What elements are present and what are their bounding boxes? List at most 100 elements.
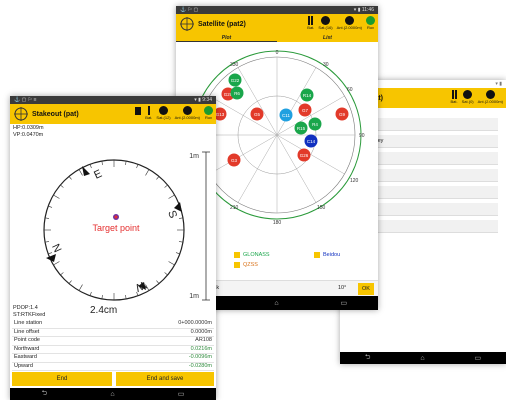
satellite-id: C14 — [307, 139, 316, 144]
recents-icon[interactable]: ▭ — [340, 299, 347, 307]
precision-info: HP:0.0309m VP:0.0470m — [10, 124, 216, 140]
info-row: Line station 0+000.0000m — [12, 320, 214, 329]
info-label: Eastward — [14, 354, 37, 360]
satellite-marker[interactable]: C14 — [304, 134, 318, 148]
status-bar: ⚓ ⚐ ▢ ▾ ▮ 11:46 — [176, 6, 378, 14]
azimuth-label-90: 90 — [359, 133, 365, 139]
satellite-id: C11 — [282, 113, 290, 118]
home-icon[interactable]: ⌂ — [110, 391, 114, 398]
mask-input[interactable]: 10° — [338, 285, 346, 291]
checkbox-icon — [234, 252, 240, 258]
checkbox-icon — [314, 252, 320, 258]
scale-top-label: 1m — [189, 153, 199, 160]
satellite-marker[interactable]: G5 — [250, 107, 264, 121]
back-icon[interactable]: ⮌ — [365, 353, 371, 364]
tab-bar: Plot List — [176, 34, 378, 42]
status-time: 9:34 — [202, 97, 212, 103]
info-value: 0.0000m — [190, 328, 212, 335]
antenna-icon[interactable]: Ant.(2.0000m) — [175, 106, 200, 120]
target-logo-icon — [14, 107, 28, 121]
satellite-icon[interactable]: Sat.(0) — [462, 90, 474, 104]
solution-info: PDOP:1.4 ST:RTKFixed — [13, 305, 45, 319]
azimuth-label-0: 0 — [276, 50, 279, 56]
satellite-marker[interactable]: R6 — [230, 86, 244, 100]
battery-icon[interactable]: Bat. — [451, 90, 458, 104]
stakeout-info-table: Line station 0+000.0000m Line offset 0.0000… — [12, 320, 214, 371]
legend-beidou[interactable]: Beidou — [314, 252, 340, 258]
azimuth-label-60: 60 — [347, 87, 353, 93]
satellite-icon[interactable]: Sat.(12) — [156, 106, 171, 120]
home-icon[interactable]: ⌂ — [420, 355, 424, 362]
info-value: -0.0280m — [188, 362, 212, 369]
home-icon[interactable]: ⌂ — [274, 300, 278, 307]
hp-value: HP:0.0309m — [13, 125, 44, 131]
satellite-marker[interactable]: R15 — [294, 121, 308, 135]
antenna-icon[interactable]: Ant.(2.0000m) — [337, 16, 362, 30]
compass-letter-s: S — [165, 209, 179, 220]
compass-letter-w: W — [133, 278, 148, 294]
satellite-id: G13 — [216, 112, 225, 117]
satellite-marker[interactable]: R14 — [300, 88, 314, 102]
info-value: 0+000.0000m — [178, 320, 212, 326]
screen-title: Stakeout (pat) — [32, 110, 79, 118]
satellite-id: G9 — [339, 112, 346, 117]
satellite-icon[interactable]: Sat.(16) — [318, 16, 333, 30]
satellite-id: R15 — [297, 126, 306, 131]
legend-glonass[interactable]: GLONASS — [234, 252, 270, 258]
satellite-marker[interactable]: G22 — [228, 73, 242, 87]
app-bar: Stakeout (pat) Bat. Sat.(12) Ant.(2.0000… — [10, 104, 216, 124]
satellite-marker[interactable]: G3 — [227, 153, 241, 167]
antenna-icon[interactable]: Ant.(2.0000m) — [478, 90, 503, 104]
tab-list[interactable]: List — [277, 34, 378, 42]
map-icon[interactable] — [135, 106, 142, 115]
info-label: Line station — [14, 320, 43, 326]
satellite-marker[interactable]: C11 — [279, 108, 293, 122]
azimuth-label-30: 30 — [323, 62, 329, 68]
satellite-id: R6 — [234, 91, 240, 96]
recents-icon[interactable]: ▭ — [474, 354, 481, 362]
rover-icon[interactable]: Rov — [366, 16, 375, 30]
app-bar: Satellite (pat2) Bat. Sat.(16) Ant.(2.00… — [176, 14, 378, 34]
satellite-id: R4 — [312, 122, 318, 127]
satellite-id: R14 — [303, 93, 312, 98]
end-button[interactable]: End — [12, 372, 112, 386]
satellite-marker[interactable]: R4 — [308, 117, 322, 131]
satellite-marker[interactable]: G9 — [335, 107, 349, 121]
info-label: Line offset — [14, 328, 40, 335]
recents-icon[interactable]: ▭ — [178, 390, 185, 398]
tab-plot[interactable]: Plot — [176, 34, 277, 42]
back-icon[interactable]: ⮌ — [42, 389, 48, 400]
status-bar: ⚓ ▢ ⚐ ≡ ▾ ▮ 9:34 — [10, 96, 216, 104]
rover-icon[interactable]: Rov — [204, 106, 213, 120]
info-row: Line offset 0.0000m — [12, 328, 214, 337]
screen-title: Satellite (pat2) — [198, 20, 246, 28]
distance-value: 2.4cm — [90, 305, 118, 316]
solution-status: ST:RTKFixed — [13, 312, 46, 318]
scale-bottom-label: 1m — [189, 293, 199, 300]
battery-icon[interactable]: Bat. — [145, 106, 152, 120]
azimuth-label-120: 120 — [350, 178, 359, 184]
info-row: Upward -0.0280m — [12, 362, 214, 371]
satellite-marker[interactable]: G7 — [298, 103, 312, 117]
info-value: 0.0216m — [190, 345, 212, 352]
ok-button[interactable]: OK — [358, 283, 374, 295]
battery-icon[interactable]: Bat. — [307, 16, 314, 30]
info-row: Point code AR108 — [12, 337, 214, 346]
legend-qzss[interactable]: QZSS — [234, 262, 258, 268]
satellite-id: G22 — [231, 78, 240, 83]
azimuth-label-210: 210 — [230, 205, 239, 211]
vp-value: VP:0.0470m — [13, 132, 44, 138]
end-and-save-button[interactable]: End and save — [116, 372, 214, 386]
pdop-value: PDOP:1.4 — [13, 305, 38, 311]
info-row: Eastward -0.0096m — [12, 354, 214, 363]
azimuth-label-180: 180 — [273, 220, 282, 226]
info-label: Point code — [14, 337, 40, 343]
status-time: 11:46 — [361, 7, 374, 13]
nav-bar: ⮌ ⌂ ▭ — [340, 352, 506, 364]
stakeout-compass: 1m 1m E S W N Target point — [43, 151, 210, 301]
azimuth-label-150: 150 — [317, 205, 326, 211]
satellite-marker[interactable]: G26 — [297, 148, 311, 162]
info-label: Upward — [14, 362, 33, 369]
target-logo-icon — [180, 17, 194, 31]
satellite-id: G26 — [300, 153, 309, 158]
